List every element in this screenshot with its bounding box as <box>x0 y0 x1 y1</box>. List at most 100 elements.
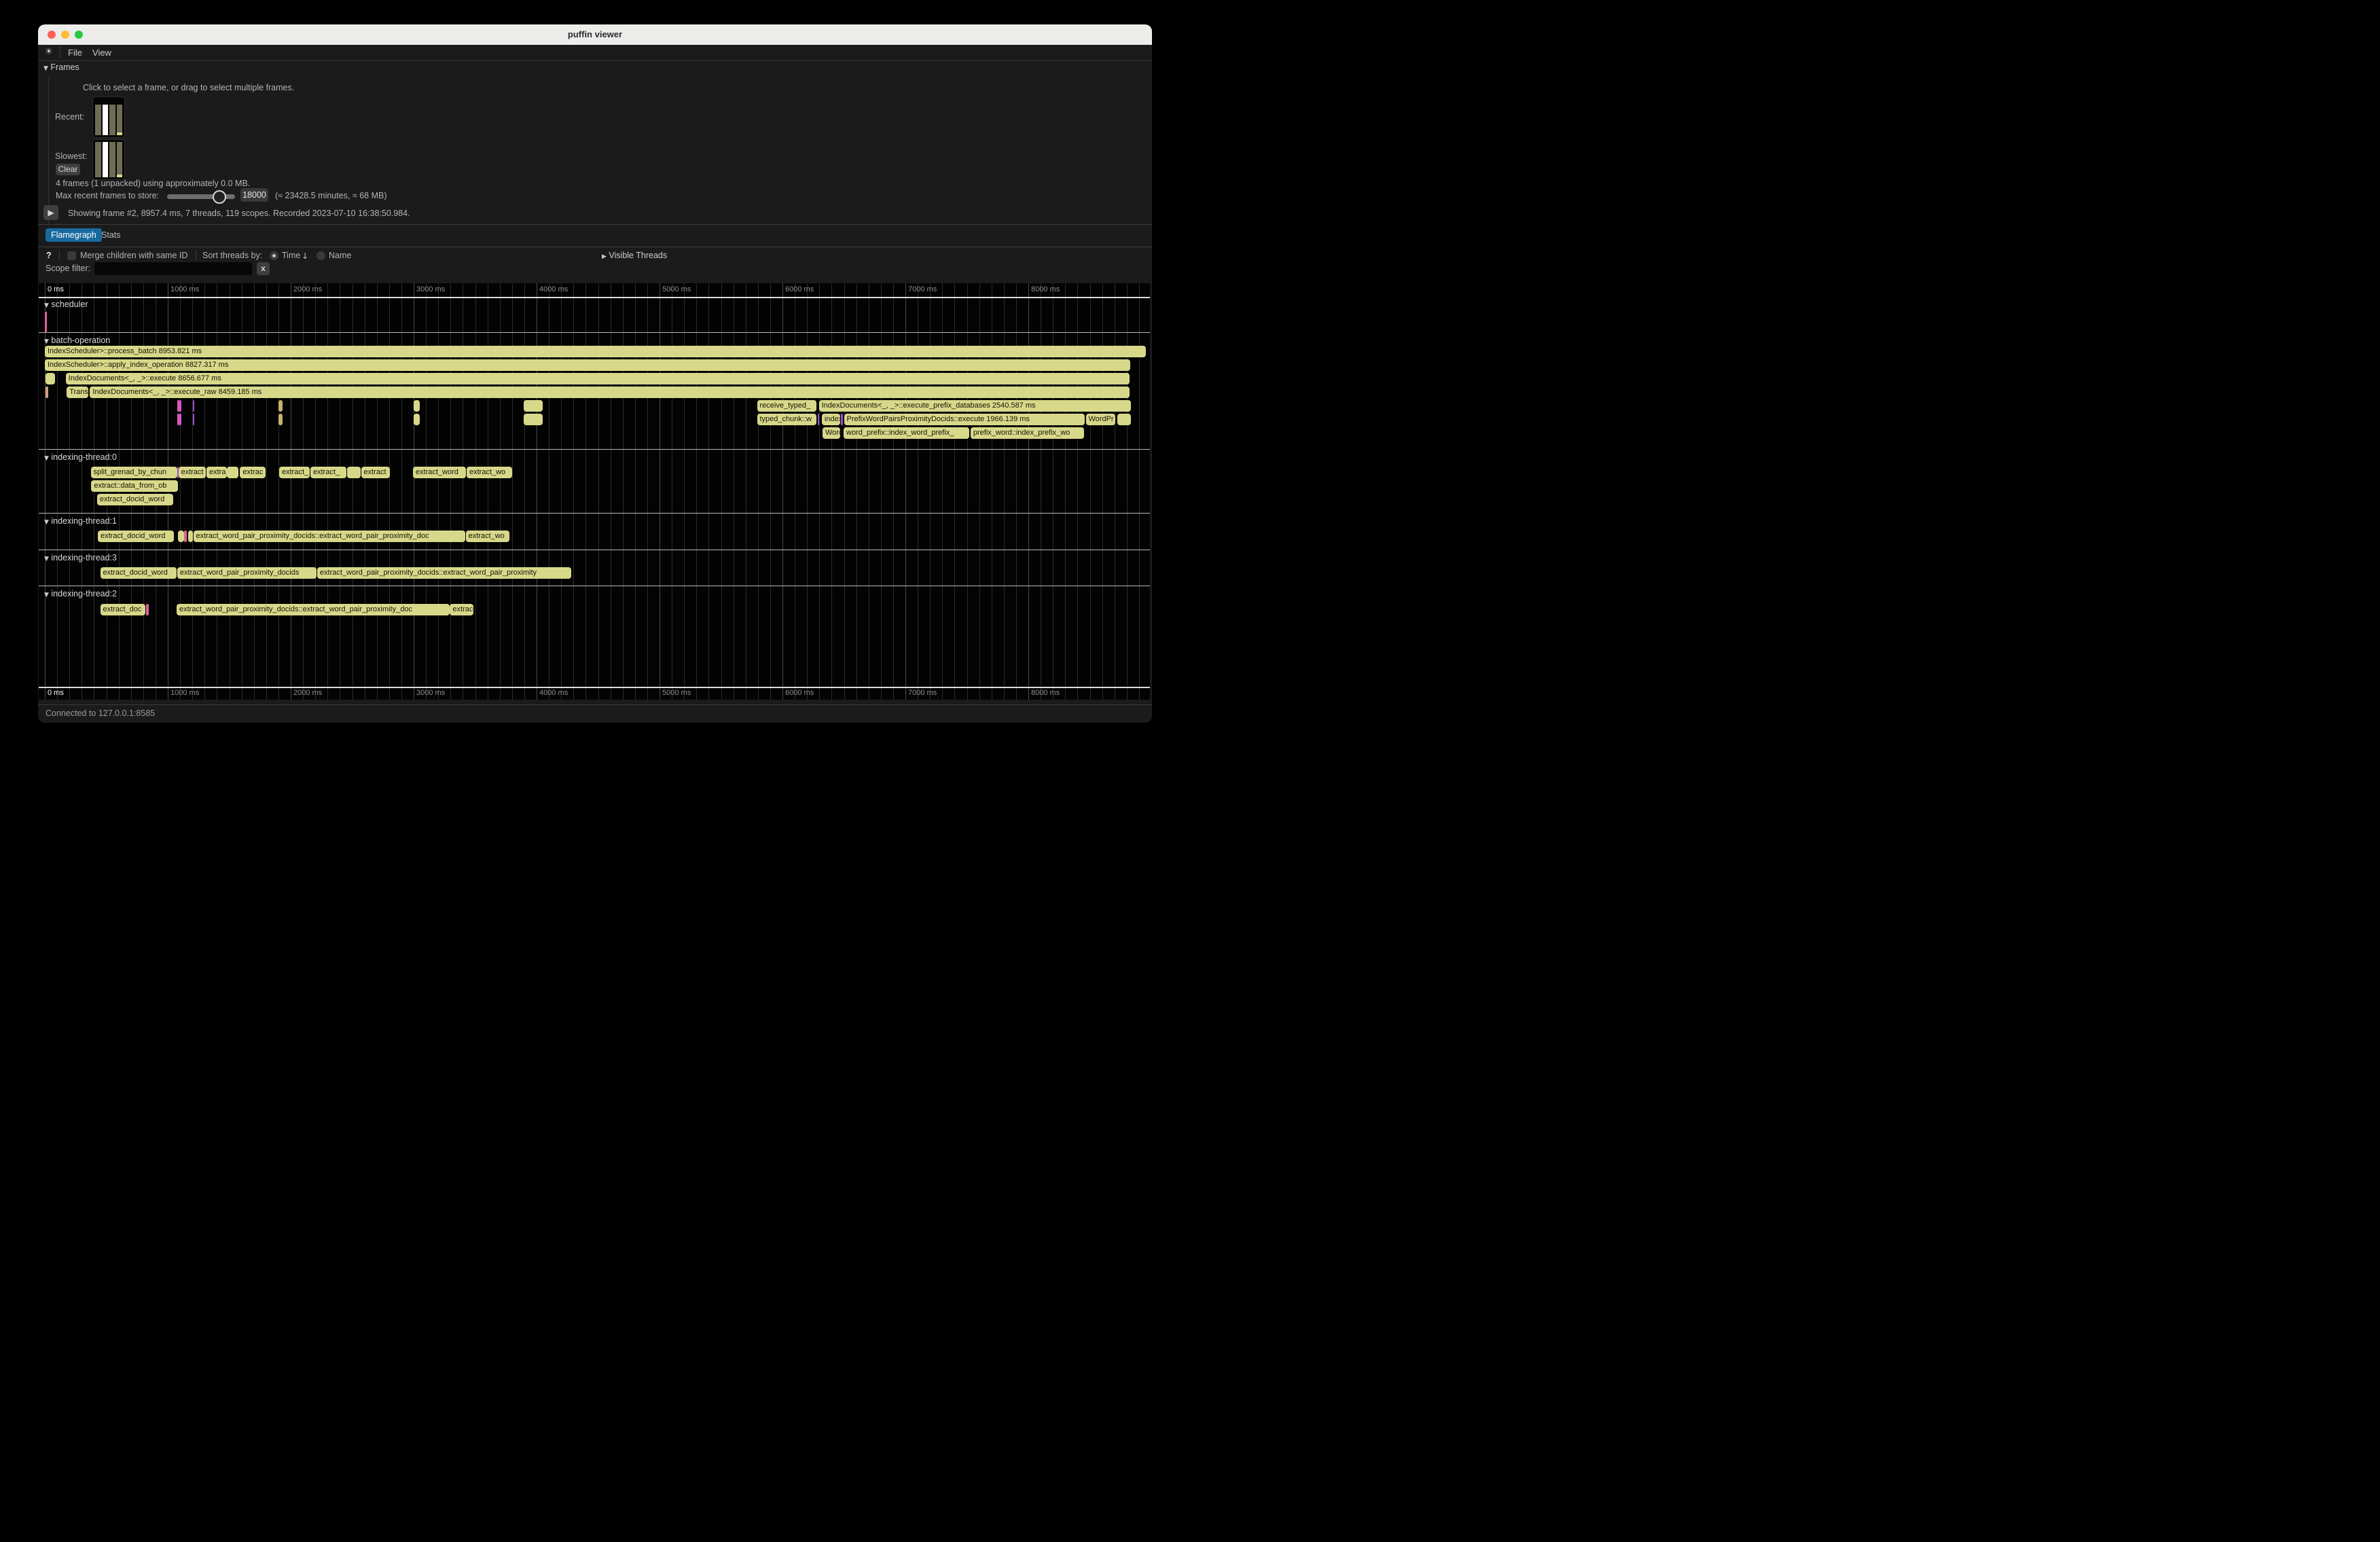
frame-bar[interactable] <box>103 142 109 177</box>
slowest-frames-label: Slowest: <box>55 151 87 161</box>
axis-tick-label: 8000 ms <box>1031 689 1060 697</box>
thread-name: batch-operation <box>49 336 110 345</box>
thread-header-scheduler[interactable]: ▼ scheduler <box>44 300 88 309</box>
thread-header-indexing-thread:2[interactable]: ▼ indexing-thread:2 <box>44 589 117 598</box>
sort-name-radio[interactable] <box>317 251 325 260</box>
scope-bar[interactable] <box>227 467 238 478</box>
scope-bar[interactable] <box>178 531 184 542</box>
separator <box>38 224 1152 225</box>
scope-bar[interactable]: extract_word_pair_proximity_docids::extr… <box>194 531 465 542</box>
scope-bar[interactable] <box>193 400 194 412</box>
scope-bar[interactable]: extract_wo <box>466 531 509 542</box>
sort-threads-label: Sort threads by: <box>202 251 262 260</box>
frames-collapse-header[interactable]: ▼ Frames <box>43 62 79 72</box>
scope-bar[interactable] <box>524 414 543 425</box>
scope-bar[interactable] <box>46 387 48 398</box>
collapse-triangle-icon: ▼ <box>44 338 49 345</box>
scope-bar[interactable]: extract_word_pair_proximity_docids <box>177 567 317 579</box>
theme-toggle-icon[interactable]: ☀ <box>45 47 53 57</box>
thread-header-indexing-thread:3[interactable]: ▼ indexing-thread:3 <box>44 553 117 562</box>
thread-header-indexing-thread:0[interactable]: ▼ indexing-thread:0 <box>44 452 117 462</box>
scope-bar[interactable] <box>179 414 181 425</box>
scope-bar[interactable] <box>841 414 843 425</box>
scope-bar[interactable] <box>46 373 54 384</box>
scope-bar[interactable]: Word <box>823 427 840 439</box>
scope-bar[interactable]: PrefixWordPairsProximityDocids::execute … <box>844 414 1085 425</box>
scope-bar[interactable]: typed_chunk::w <box>757 414 816 425</box>
scope-bar[interactable] <box>146 604 149 615</box>
axis-tick-label: 3000 ms <box>416 689 445 697</box>
scope-bar[interactable] <box>193 414 194 425</box>
scope-bar[interactable] <box>179 400 181 412</box>
help-button[interactable]: ? <box>46 251 52 260</box>
thread-header-batch-operation[interactable]: ▼ batch-operation <box>44 336 110 345</box>
scope-filter-input[interactable] <box>94 262 252 275</box>
flamegraph-canvas[interactable]: 0 ms0 ms1000 ms1000 ms2000 ms2000 ms3000… <box>39 283 1150 700</box>
frame-bar[interactable] <box>95 142 101 177</box>
scope-bar[interactable]: extract_docid_word <box>101 567 177 579</box>
scope-bar[interactable]: IndexDocuments<_, _>::execute_raw 8459.1… <box>90 387 1130 398</box>
scope-bar[interactable] <box>188 531 193 542</box>
scope-bar[interactable]: extract_word <box>413 467 466 478</box>
scope-bar[interactable] <box>347 467 361 478</box>
scope-bar[interactable]: extra <box>206 467 227 478</box>
frame-bar[interactable] <box>109 142 115 177</box>
scope-bar[interactable] <box>278 400 283 412</box>
scope-bar[interactable]: extract_doc <box>101 604 145 615</box>
scope-bar[interactable]: split_grenad_by_chun <box>91 467 177 478</box>
scope-bar[interactable]: extract_docid_word <box>97 494 173 505</box>
scope-bar[interactable]: Trans <box>67 387 88 398</box>
scope-bar[interactable]: prefix_word::index_prefix_wo <box>971 427 1085 439</box>
thread-name: indexing-thread:2 <box>49 589 117 598</box>
frame-bar[interactable] <box>95 105 101 135</box>
scope-bar[interactable] <box>1117 414 1132 425</box>
max-frames-value[interactable]: 18000 <box>240 188 268 202</box>
play-button[interactable]: ▶ <box>43 205 58 220</box>
slowest-frames-thumbnail[interactable] <box>92 139 125 180</box>
scope-filter-clear-button[interactable]: x <box>257 262 270 275</box>
scope-bar[interactable]: WordPr <box>1086 414 1115 425</box>
scope-bar[interactable]: extract_docid_word <box>98 531 174 542</box>
scope-bar[interactable]: receive_typed_ <box>757 400 816 412</box>
max-frames-slider-knob[interactable] <box>213 190 226 204</box>
scope-bar[interactable]: IndexScheduler>::apply_index_operation 8… <box>45 359 1130 371</box>
thread-header-indexing-thread:1[interactable]: ▼ indexing-thread:1 <box>44 516 117 526</box>
visible-threads-header[interactable]: ▶ Visible Threads <box>602 251 667 260</box>
scope-bar[interactable]: extract_ <box>310 467 346 478</box>
sort-time-radio[interactable] <box>270 251 278 260</box>
tab-flamegraph[interactable]: Flamegraph <box>46 228 102 242</box>
frame-bar[interactable] <box>117 142 123 177</box>
axis-tick-label: 5000 ms <box>662 285 691 293</box>
scope-bar[interactable]: IndexScheduler>::process_batch 8953.821 … <box>45 346 1146 357</box>
scope-bar[interactable] <box>414 414 420 425</box>
merge-children-checkbox[interactable] <box>67 251 76 260</box>
frame-bar[interactable] <box>117 105 123 135</box>
scope-bar[interactable]: IndexDocuments<_, _>::execute 8656.677 m… <box>66 373 1130 384</box>
menu-view[interactable]: View <box>92 48 111 58</box>
menu-file[interactable]: File <box>68 48 82 58</box>
clear-frames-button[interactable]: Clear <box>56 164 80 175</box>
scope-bar[interactable]: word_prefix::index_word_prefix_ <box>844 427 969 439</box>
scope-bar[interactable]: extract_word_pair_proximity_docids::extr… <box>317 567 571 579</box>
tab-stats[interactable]: Stats <box>96 228 126 242</box>
scope-bar[interactable] <box>524 400 543 412</box>
scope-bar[interactable]: IndexDocuments<_, _>::execute_prefix_dat… <box>819 400 1132 412</box>
scope-bar[interactable] <box>818 414 820 425</box>
scope-bar[interactable] <box>278 414 283 425</box>
scope-bar[interactable]: extract <box>179 467 206 478</box>
scope-bar[interactable] <box>45 312 47 333</box>
scope-bar[interactable]: extrac <box>240 467 266 478</box>
scope-bar[interactable] <box>414 400 420 412</box>
scope-bar[interactable] <box>184 531 187 542</box>
scope-bar[interactable]: extract_wo <box>467 467 512 478</box>
frame-bar[interactable] <box>109 105 115 135</box>
scope-bar[interactable]: extrac <box>450 604 473 615</box>
scope-bar[interactable]: extract_word_pair_proximity_docids::extr… <box>177 604 450 615</box>
scope-bar[interactable]: extract_ <box>279 467 310 478</box>
scope-bar[interactable]: extract::data_from_ob <box>91 480 178 492</box>
scope-bar[interactable]: extract <box>361 467 391 478</box>
frames-info: 4 frames (1 unpacked) using approximatel… <box>56 179 250 188</box>
recent-frames-thumbnail[interactable] <box>92 96 125 138</box>
frame-bar[interactable] <box>103 105 109 135</box>
scope-bar[interactable]: index <box>822 414 840 425</box>
